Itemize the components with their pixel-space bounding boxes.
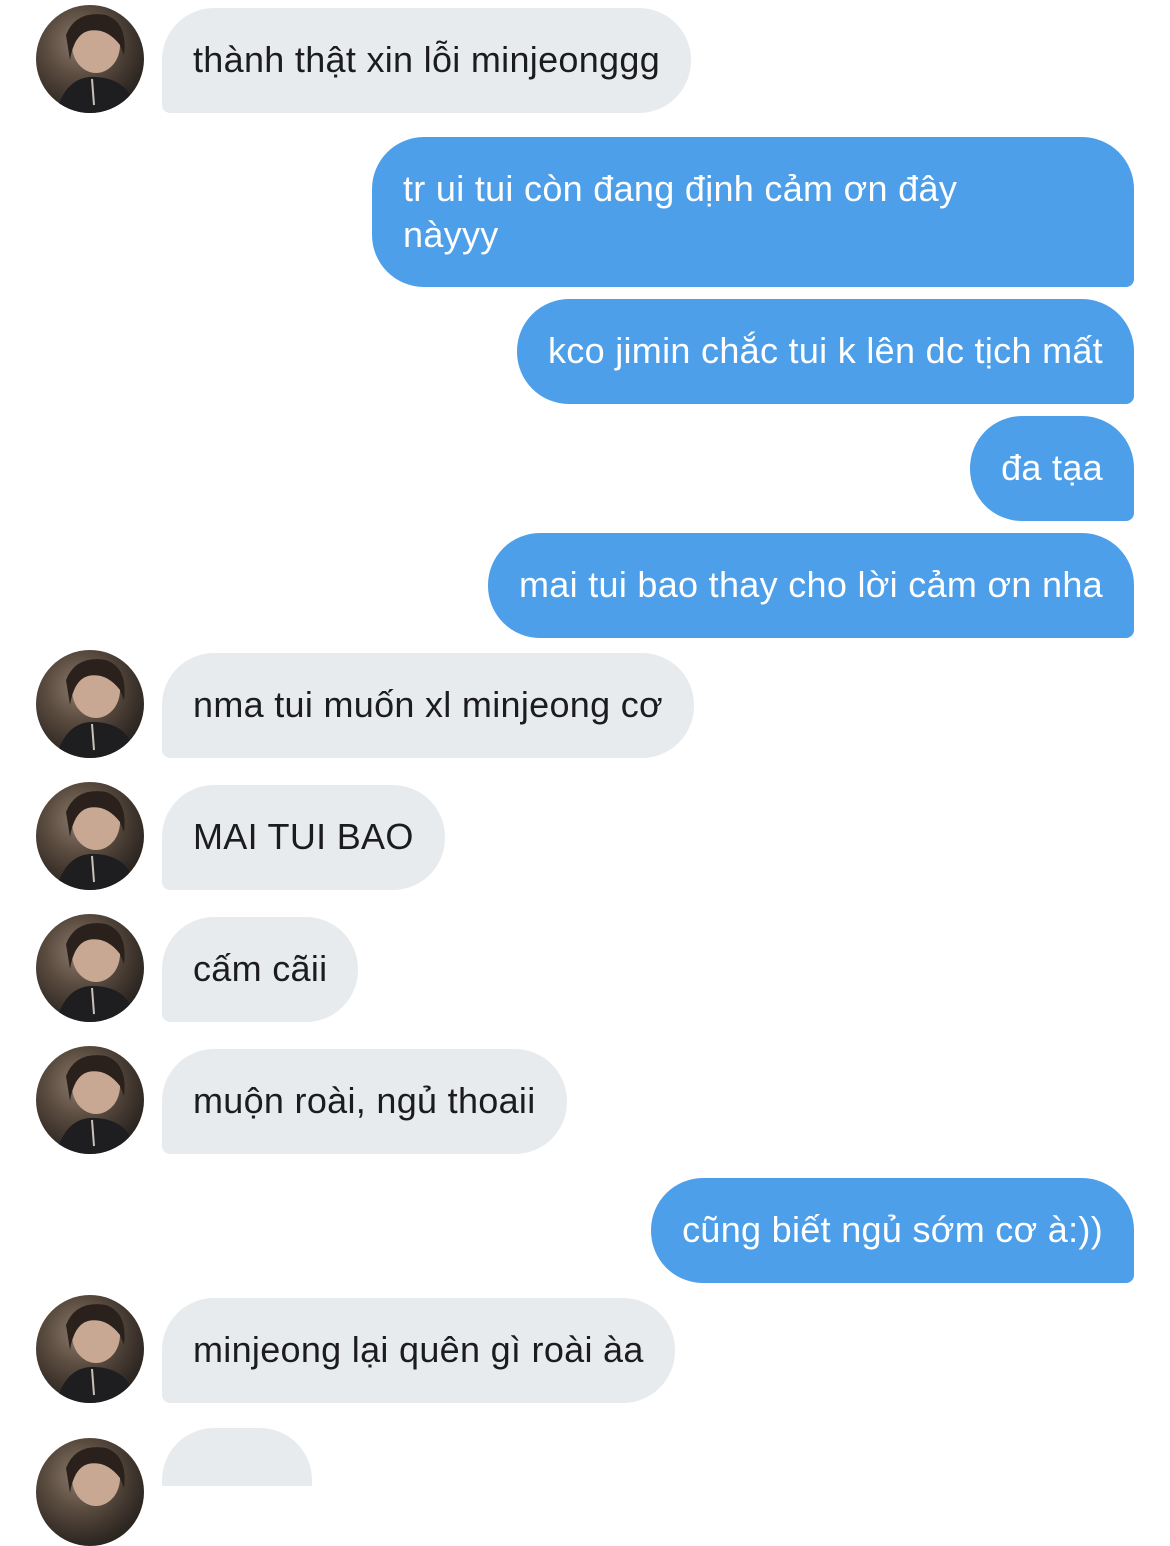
avatar-photo-icon (56, 1055, 136, 1154)
outgoing-message[interactable]: kco jimin chắc tui k lên dc tịch mất (516, 299, 1134, 404)
contact-avatar[interactable] (36, 782, 144, 890)
incoming-message[interactable]: cấm cãii (162, 917, 359, 1022)
avatar-photo-icon (56, 923, 136, 1022)
outgoing-message[interactable]: cũng biết ngủ sớm cơ à:)) (651, 1178, 1134, 1283)
incoming-message[interactable]: MAI TUI BAO (162, 785, 445, 890)
outgoing-message[interactable]: đa tạa (970, 416, 1134, 521)
avatar-photo-icon (56, 659, 136, 758)
avatar-photo-icon (66, 1447, 125, 1506)
contact-avatar[interactable] (36, 1295, 144, 1403)
incoming-message[interactable]: minjeong lại quên gì roài àa (162, 1298, 675, 1403)
contact-avatar[interactable] (36, 914, 144, 1022)
contact-avatar[interactable] (36, 1046, 144, 1154)
outgoing-message[interactable]: mai tui bao thay cho lời cảm ơn nha (487, 533, 1134, 638)
contact-avatar[interactable] (36, 650, 144, 758)
message-thread[interactable]: thành thật xin lỗi minjeonggg tr ui tui … (0, 0, 1170, 1546)
avatar-photo-icon (56, 1304, 136, 1403)
contact-avatar[interactable] (36, 1438, 144, 1546)
incoming-message[interactable]: muộn roài, ngủ thoaii (162, 1049, 567, 1154)
avatar-photo-icon (56, 14, 136, 113)
contact-avatar[interactable] (36, 5, 144, 113)
incoming-message[interactable]: nma tui muốn xl minjeong cơ (162, 653, 694, 758)
incoming-message[interactable] (162, 1428, 312, 1486)
incoming-message[interactable]: thành thật xin lỗi minjeonggg (162, 8, 692, 113)
outgoing-message[interactable]: tr ui tui còn đang định cảm ơn đây nàyyy (372, 137, 1134, 287)
avatar-photo-icon (56, 791, 136, 890)
